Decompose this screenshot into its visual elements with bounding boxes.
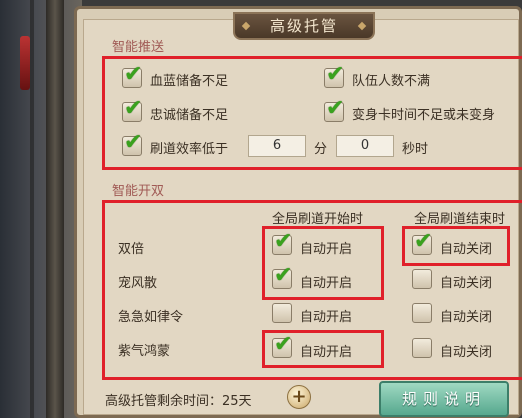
background-post [46,0,64,418]
checkbox-ziqi-end[interactable] [412,338,432,358]
label-minutes-unit: 分 [314,142,328,157]
label-ziqi-start: 自动开启 [300,345,353,360]
label-double-start: 自动开启 [300,242,353,257]
row-label-ziqi: 紫气鸿蒙 [118,344,171,359]
checkbox-team-not-full[interactable]: ✔ [324,63,344,88]
ornament-icon [241,21,251,31]
rules-button[interactable]: 规则说明 [379,381,509,417]
checkmark-icon: ✔ [274,332,293,357]
label-jiji-end: 自动关闭 [440,310,493,325]
label-hp-mp-reserve: 血蓝储备不足 [150,74,229,89]
game-background [0,0,82,418]
checkbox-jiji-end[interactable] [412,303,432,323]
checkmark-icon: ✔ [326,62,345,87]
remaining-time-text: 高级托管剩余时间：25天 [105,394,252,409]
background-pole [30,0,34,418]
checkbox-ziqi-start[interactable]: ✔ [272,333,292,358]
label-seconds-unit: 秒时 [402,142,429,157]
window-title-text: 高级托管 [269,17,338,35]
label-ziqi-end: 自动关闭 [440,345,493,360]
column-header-end: 全局刷道结束时 [414,212,506,227]
checkbox-jiji-start[interactable] [272,303,292,323]
row-label-jiji: 急急如律令 [118,310,184,325]
checkmark-icon: ✔ [414,229,433,254]
column-header-start: 全局刷道开始时 [272,212,364,227]
label-efficiency: 刷道效率低于 [150,142,229,157]
checkbox-double-start[interactable]: ✔ [272,230,292,255]
minutes-input[interactable]: 6 [248,135,306,157]
label-jiji-start: 自动开启 [300,310,353,325]
checkmark-icon: ✔ [326,96,345,121]
panel-body: 智能推送 ✔ 血蓝储备不足 ✔ 队伍人数不满 ✔ 忠诚储备不足 ✔ 变身卡时间不… [83,19,522,415]
checkbox-pet-powder-end[interactable] [412,269,432,289]
checkmark-icon: ✔ [274,263,293,288]
checkmark-icon: ✔ [124,96,143,121]
seconds-input[interactable]: 0 [336,135,394,157]
checkmark-icon: ✔ [124,130,143,155]
checkbox-loyalty-reserve[interactable]: ✔ [122,97,142,122]
window-title: 高级托管 [233,12,375,40]
checkbox-double-end[interactable]: ✔ [412,230,432,255]
auto-hosting-panel: 智能推送 ✔ 血蓝储备不足 ✔ 队伍人数不满 ✔ 忠诚储备不足 ✔ 变身卡时间不… [74,6,522,418]
section-label-smart-double: 智能开双 [112,184,165,199]
label-team-not-full: 队伍人数不满 [352,74,431,89]
section-label-smart-push: 智能推送 [112,40,165,55]
plus-icon[interactable]: + [287,385,311,409]
lantern-icon [20,36,30,90]
checkbox-hp-mp-reserve[interactable]: ✔ [122,63,142,88]
checkbox-efficiency[interactable]: ✔ [122,131,142,156]
checkmark-icon: ✔ [274,229,293,254]
checkbox-transform-card[interactable]: ✔ [324,97,344,122]
ornament-icon [357,21,367,31]
label-double-end: 自动关闭 [440,242,493,257]
label-pet-powder-end: 自动关闭 [440,276,493,291]
label-pet-powder-start: 自动开启 [300,276,353,291]
checkmark-icon: ✔ [124,62,143,87]
label-loyalty-reserve: 忠诚储备不足 [150,108,229,123]
row-label-double: 双倍 [118,242,145,257]
checkbox-pet-powder-start[interactable]: ✔ [272,264,292,289]
label-transform-card: 变身卡时间不足或未变身 [352,108,496,123]
row-label-pet-powder: 宠风散 [118,276,158,291]
